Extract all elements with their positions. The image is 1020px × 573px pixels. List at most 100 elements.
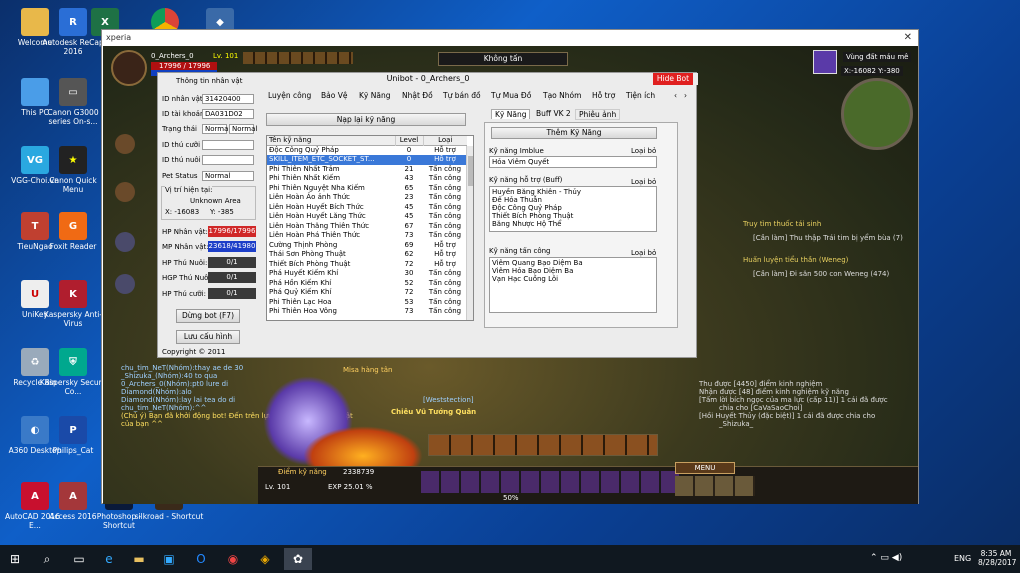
status-field[interactable]: Normal xyxy=(202,124,230,134)
menu-luyen-cong[interactable]: Luyện công xyxy=(268,91,311,100)
mount-id-field[interactable] xyxy=(202,140,254,150)
desktop-icon-philips[interactable]: P Philips_Cat xyxy=(38,416,108,455)
clock[interactable]: 8:35 AM 8/28/2017 xyxy=(978,549,1016,567)
table-row[interactable]: Phi Thiên Nhất Kiếm 43 Tấn công xyxy=(267,174,467,184)
table-row[interactable]: Cường Thịnh Phòng 69 Hỗ trợ xyxy=(267,241,467,251)
table-row[interactable]: Độc Công Quỷ Pháp 0 Hỗ trợ xyxy=(267,146,467,156)
unibot-taskbar-icon[interactable]: ✿ xyxy=(284,548,312,570)
silkroad-taskbar-icon[interactable]: ◈ xyxy=(254,548,276,570)
list-item[interactable]: Vạn Hạc Cuồng Lôi xyxy=(492,275,654,283)
status-field-2[interactable]: Normal xyxy=(229,124,257,134)
quest-title[interactable]: Truy tìm thuốc tái sinh xyxy=(743,220,821,228)
file-explorer-icon[interactable]: ▬ xyxy=(128,548,150,570)
list-item[interactable]: Độc Công Quỷ Pháp xyxy=(492,204,654,212)
list-item[interactable]: Thiết Bích Phòng Thuật xyxy=(492,212,654,220)
remove-buff-button[interactable]: Loại bỏ xyxy=(631,178,656,186)
hide-bot-button[interactable]: Hide Bot xyxy=(653,73,693,85)
list-item[interactable]: Băng Nhược Hộ Thể xyxy=(492,220,654,228)
party-avatar[interactable] xyxy=(115,134,135,154)
remove-attack-button[interactable]: Loại bỏ xyxy=(631,249,656,257)
npc-name[interactable]: Chiêu Vũ Tướng Quân xyxy=(391,408,476,416)
table-row[interactable]: Thiết Bích Phòng Thuật 72 Hỗ trợ xyxy=(267,260,467,270)
attack-list[interactable]: Viêm Quang Bạo Diệm Ba Viêm Hỏa Bạo Diệm… xyxy=(489,257,657,313)
table-row[interactable]: Liên Hoàn Huyết Lăng Thức 45 Tấn công xyxy=(267,212,467,222)
table-row[interactable]: Phi Thiên Nguyệt Nha Kiếm 65 Tấn công xyxy=(267,184,467,194)
desktop-icon-kaspersky[interactable]: K Kaspersky Anti-Virus xyxy=(38,280,108,328)
desktop-icon-canon[interactable]: ▭ Canon G3000 series On-s... xyxy=(38,78,108,126)
search-icon[interactable]: ⌕ xyxy=(36,548,58,570)
tab-buff-vk2[interactable]: Buff VK 2 xyxy=(533,109,574,118)
table-row[interactable]: Phi Thiên Nhất Trảm 21 Tấn công xyxy=(267,165,467,175)
quest-title[interactable]: Huấn luyện tiểu thần (Weneg) xyxy=(743,256,848,264)
table-row[interactable]: Liên Hoàn Phá Thiên Thức 73 Tấn công xyxy=(267,231,467,241)
imbue-field[interactable]: Hỏa Viêm Quyết xyxy=(489,156,657,168)
chrome-taskbar-icon[interactable]: ◉ xyxy=(222,548,244,570)
skill-bar-bottom[interactable] xyxy=(421,471,681,493)
table-row[interactable]: Phá Quỷ Kiếm Khí 72 Tấn công xyxy=(267,288,467,298)
stop-bot-button[interactable]: Dừng bot (F7) xyxy=(176,309,240,323)
buff-list[interactable]: Huyền Băng Khiên - Thủy Đế Hỏa Thuẫn Độc… xyxy=(489,186,657,232)
desktop-icon-kasp-secure[interactable]: ⛨ Kaspersky Secure Co... xyxy=(38,348,108,396)
table-row[interactable]: Phi Thiên Lạc Hoa 53 Tấn công xyxy=(267,298,467,308)
table-row[interactable]: Phi Thiên Hoa Vông 73 Tấn công xyxy=(267,307,467,317)
pet-status-field[interactable]: Normal xyxy=(202,171,254,181)
remove-imbue-button[interactable]: Loại bỏ xyxy=(631,147,656,155)
skill-table[interactable]: Tên kỹ năng Level Loại Độc Công Quỷ Pháp… xyxy=(266,135,474,321)
menu-button[interactable]: MENU xyxy=(675,462,735,474)
language-indicator[interactable]: ENG xyxy=(954,554,971,563)
menu-tu-mua-do[interactable]: Tự Mua Đồ xyxy=(491,91,531,100)
table-row[interactable]: Phá Huyết Kiếm Khí 30 Tấn công xyxy=(267,269,467,279)
chevron-left-icon[interactable]: ‹ xyxy=(674,91,677,100)
tray-icons[interactable]: ⌃ ▭ ◀) xyxy=(870,553,902,563)
save-config-button[interactable]: Lưu cấu hình xyxy=(176,330,240,344)
outlook-icon[interactable]: O xyxy=(190,548,212,570)
table-row[interactable]: Liên Hoàn Huyết Bích Thức 45 Tấn công xyxy=(267,203,467,213)
col-header-level[interactable]: Level xyxy=(394,136,423,146)
tab-phieu-anh[interactable]: Phiêu ảnh xyxy=(575,109,621,120)
menu-ky-nang[interactable]: Kỹ Năng xyxy=(359,91,390,100)
menu-tao-nhom[interactable]: Tạo Nhóm xyxy=(543,91,581,100)
desktop-icon-foxit[interactable]: G Foxit Reader xyxy=(38,212,108,251)
party-avatar[interactable] xyxy=(115,182,135,202)
hud-buttons[interactable] xyxy=(675,476,755,496)
list-item[interactable]: Huyền Băng Khiên - Thủy xyxy=(492,188,654,196)
party-avatar[interactable] xyxy=(115,274,135,294)
table-row[interactable]: Liên Hoàn Thăng Thiên Thức 67 Tấn công xyxy=(267,222,467,232)
col-header-type[interactable]: Loại xyxy=(422,136,467,146)
list-item[interactable]: Viêm Quang Bạo Diệm Ba xyxy=(492,259,654,267)
scrollbar[interactable] xyxy=(466,146,473,320)
party-avatar[interactable] xyxy=(115,232,135,252)
menu-tu-ban-do[interactable]: Tự bán đồ xyxy=(443,91,481,100)
scrollbar-thumb[interactable] xyxy=(468,156,473,186)
add-skill-button[interactable]: Thêm Kỹ Năng xyxy=(491,127,657,139)
tab-ky-nang[interactable]: Kỹ Năng xyxy=(491,109,531,119)
reload-skills-button[interactable]: Nạp lại kỹ năng xyxy=(266,113,466,126)
menu-nhat-do[interactable]: Nhật Đồ xyxy=(402,91,433,100)
list-item[interactable]: Viêm Hỏa Bạo Diệm Ba xyxy=(492,267,654,275)
table-row[interactable]: SKILL_ITEM_ETC_SOCKET_ST... 0 Hỗ trợ xyxy=(267,155,467,165)
col-header-name[interactable]: Tên kỹ năng xyxy=(267,136,395,146)
list-item[interactable]: Đế Hỏa Thuẫn xyxy=(492,196,654,204)
account-id-field[interactable]: DA031D02 xyxy=(202,109,254,119)
table-row[interactable]: Liên Hoàn Ảo ảnh Thức 23 Tấn công xyxy=(267,193,467,203)
windows-start-icon[interactable]: ⊞ xyxy=(4,548,26,570)
target-button[interactable]: Không tấn xyxy=(438,52,568,66)
edge-icon[interactable]: e xyxy=(98,548,120,570)
task-view-icon[interactable]: ▭ xyxy=(68,548,90,570)
attack-label: Kỹ năng tấn công xyxy=(489,247,551,255)
chevron-right-icon[interactable]: › xyxy=(684,91,687,100)
desktop-icon-canonquick[interactable]: ★ Canon Quick Menu xyxy=(38,146,108,194)
menu-tien-ich[interactable]: Tiện ích xyxy=(626,91,655,100)
minimap[interactable] xyxy=(841,78,913,150)
npc-name[interactable]: Misa hàng tân xyxy=(343,366,392,374)
table-row[interactable]: Thái Sơn Phòng Thuật 62 Hỗ trợ xyxy=(267,250,467,260)
close-icon[interactable]: ✕ xyxy=(904,30,912,45)
menu-ho-tro[interactable]: Hỗ trợ xyxy=(592,91,615,100)
pet-id-field[interactable] xyxy=(202,155,254,165)
table-row[interactable]: Phá Hồn Kiếm Khí 52 Tấn công xyxy=(267,279,467,289)
menu-bao-ve[interactable]: Bảo Vệ xyxy=(321,91,347,100)
store-icon[interactable]: ▣ xyxy=(158,548,180,570)
minimap-title: Vùng đất máu mê xyxy=(843,52,912,62)
char-id-field[interactable]: 31420400 xyxy=(202,94,254,104)
skill-bar-top[interactable] xyxy=(428,434,658,456)
